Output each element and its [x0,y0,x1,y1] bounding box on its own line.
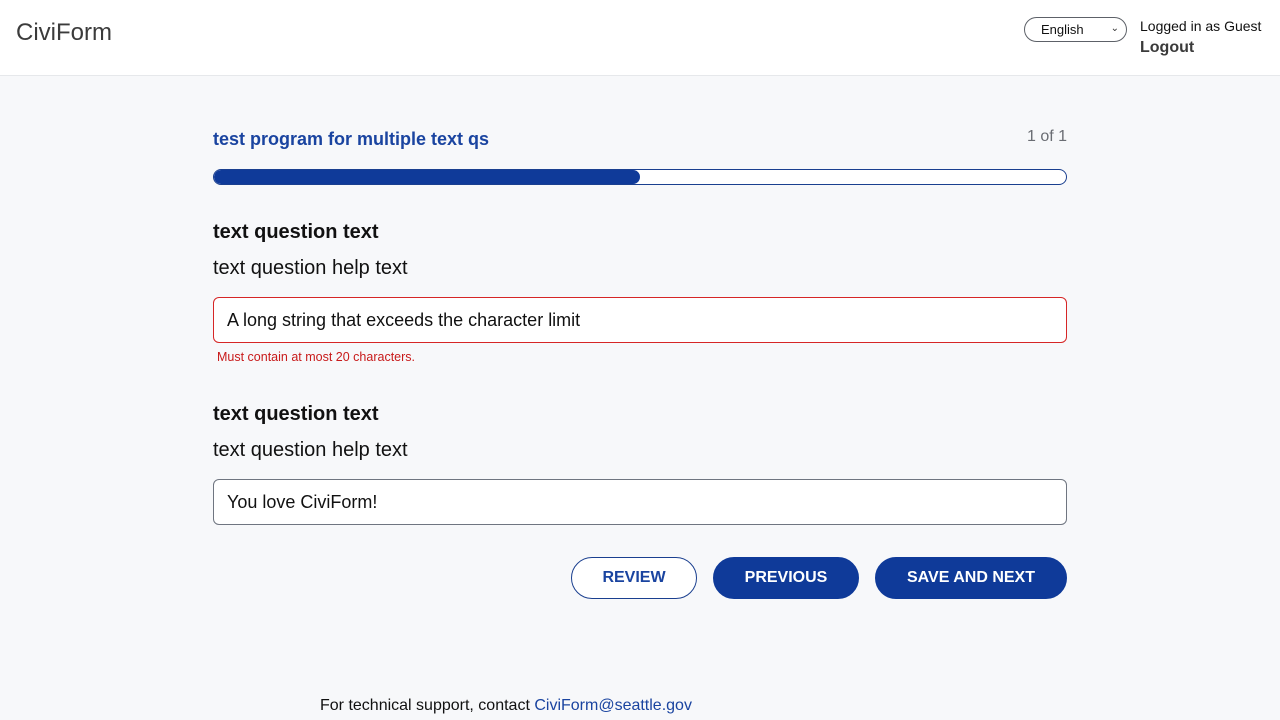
question-title: text question text [213,221,379,243]
logout-link[interactable]: Logout [1140,39,1261,57]
language-select-value: English [1041,22,1084,37]
question-block: text question text text question help te… [213,402,1067,525]
save-and-next-button[interactable]: SAVE AND NEXT [875,557,1067,599]
brand-logo[interactable]: CiviForm [16,19,112,47]
program-title: test program for multiple text qs [213,129,490,149]
question-help-text: text question help text [213,257,408,279]
previous-button[interactable]: PREVIOUS [713,557,859,599]
review-button[interactable]: REVIEW [571,557,697,599]
footer-support-text: For technical support, contact [320,697,535,714]
question-title: text question text [213,403,379,425]
support-email-link[interactable]: CiviForm@seattle.gov [534,697,692,714]
text-answer-input[interactable] [213,297,1067,343]
user-info: Logged in as Guest Logout [1140,17,1261,57]
progress-bar-fill [214,170,640,184]
footer-support: For technical support, contact CiviForm@… [320,697,692,715]
text-answer-input[interactable] [213,479,1067,525]
language-select[interactable]: English ⌄ [1024,17,1127,42]
chevron-down-icon: ⌄ [1110,23,1119,34]
logged-in-text: Logged in as Guest [1140,18,1262,34]
top-navbar: CiviForm English ⌄ Logged in as Guest Lo… [0,0,1280,76]
progress-bar [213,169,1067,185]
question-help-text: text question help text [213,439,408,461]
question-block: text question text text question help te… [213,220,1067,364]
step-count: 1 of 1 [1026,128,1067,145]
error-message: Must contain at most 20 characters. [217,350,416,364]
